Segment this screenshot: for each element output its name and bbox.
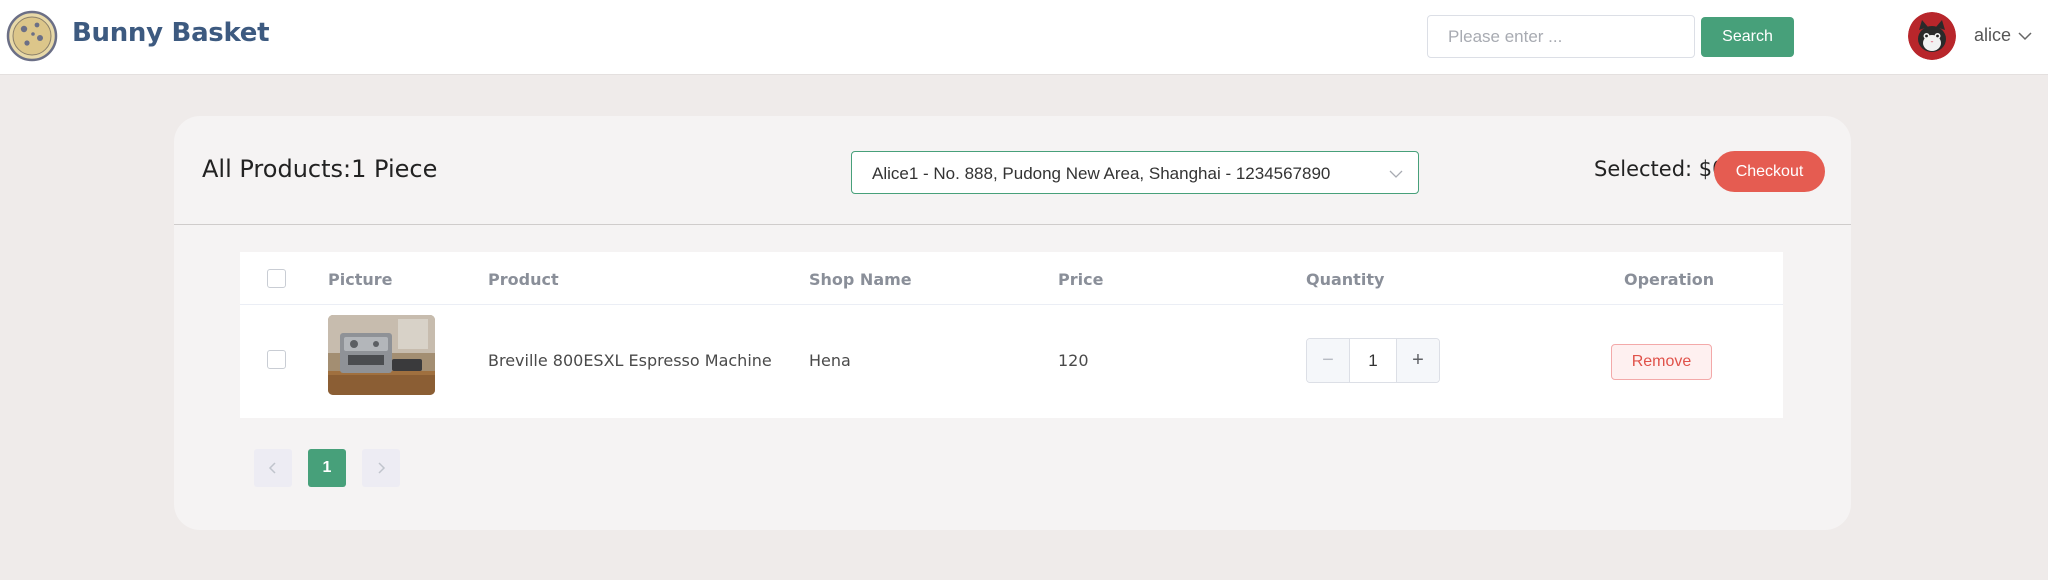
search-button[interactable]: Search	[1701, 17, 1794, 57]
cookie-logo-icon[interactable]	[6, 10, 58, 62]
address-select[interactable]: Alice1 - No. 888, Pudong New Area, Shang…	[851, 151, 1419, 194]
column-header-operation: Operation	[1624, 270, 1715, 289]
select-all-checkbox[interactable]	[267, 269, 286, 288]
column-header-shop-name: Shop Name	[809, 270, 912, 289]
column-header-picture: Picture	[328, 270, 393, 289]
selected-total: Selected: $0	[1594, 157, 1726, 181]
product-image[interactable]	[328, 315, 435, 395]
quantity-stepper: − +	[1306, 338, 1440, 383]
table-row: Breville 800ESXL Espresso Machine Hena 1…	[240, 305, 1783, 418]
username[interactable]: alice	[1974, 25, 2011, 46]
product-name[interactable]: Breville 800ESXL Espresso Machine	[488, 351, 772, 370]
search-input[interactable]	[1427, 15, 1695, 58]
column-header-product: Product	[488, 270, 559, 289]
column-header-quantity: Quantity	[1306, 270, 1385, 289]
chevron-down-icon	[1388, 166, 1404, 182]
column-header-price: Price	[1058, 270, 1104, 289]
brand-name[interactable]: Bunny Basket	[72, 18, 270, 48]
address-selected-value: Alice1 - No. 888, Pudong New Area, Shang…	[872, 164, 1331, 183]
cart-header: All Products:1 Piece Alice1 - No. 888, P…	[174, 116, 1851, 225]
cat-avatar-icon	[1908, 12, 1956, 60]
page-number-button[interactable]: 1	[308, 449, 346, 487]
all-products-count: All Products:1 Piece	[202, 155, 438, 183]
chevron-down-icon[interactable]	[2017, 28, 2033, 44]
chevron-left-icon[interactable]	[254, 449, 292, 487]
row-checkbox[interactable]	[267, 350, 286, 369]
cart-panel: All Products:1 Piece Alice1 - No. 888, P…	[174, 116, 1851, 530]
cart-table: Picture Product Shop Name Price Quantity…	[240, 252, 1783, 418]
user-avatar[interactable]	[1908, 12, 1956, 60]
product-price: 120	[1058, 351, 1089, 370]
quantity-input[interactable]	[1350, 339, 1396, 382]
shop-name: Hena	[809, 351, 851, 370]
minus-icon[interactable]: −	[1307, 339, 1350, 382]
remove-button[interactable]: Remove	[1611, 344, 1712, 380]
checkout-button[interactable]: Checkout	[1714, 151, 1825, 192]
plus-icon[interactable]: +	[1396, 339, 1439, 382]
chevron-right-icon[interactable]	[362, 449, 400, 487]
top-navigation-bar: Bunny Basket Search alice	[0, 0, 2048, 75]
table-header: Picture Product Shop Name Price Quantity…	[240, 252, 1783, 305]
